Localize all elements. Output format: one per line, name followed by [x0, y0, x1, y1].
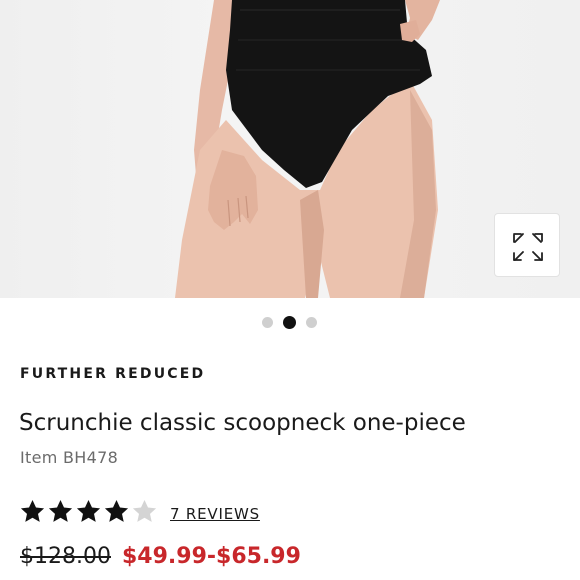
model-photo — [175, 0, 440, 298]
carousel-dot-2[interactable] — [283, 316, 296, 329]
expand-image-button[interactable] — [494, 213, 560, 277]
star-filled-icon — [104, 500, 129, 522]
carousel-pagination — [262, 316, 322, 330]
star-filled-icon — [48, 500, 73, 522]
product-image[interactable] — [0, 0, 580, 298]
star-empty-icon — [132, 500, 157, 522]
expand-arrows-icon — [513, 233, 543, 261]
carousel-dot-3[interactable] — [306, 317, 317, 328]
sale-price: $49.99-$65.99 — [122, 544, 301, 569]
star-rating[interactable] — [19, 498, 159, 526]
star-filled-icon — [76, 500, 101, 522]
reviews-link[interactable]: 7 REVIEWS — [170, 505, 260, 523]
star-filled-icon — [20, 500, 45, 522]
product-title: Scrunchie classic scoopneck one-piece — [19, 410, 466, 436]
item-number: Item BH478 — [20, 448, 119, 467]
carousel-dot-1[interactable] — [262, 317, 273, 328]
promo-badge: FURTHER REDUCED — [20, 366, 206, 382]
original-price: $128.00 — [20, 544, 111, 569]
